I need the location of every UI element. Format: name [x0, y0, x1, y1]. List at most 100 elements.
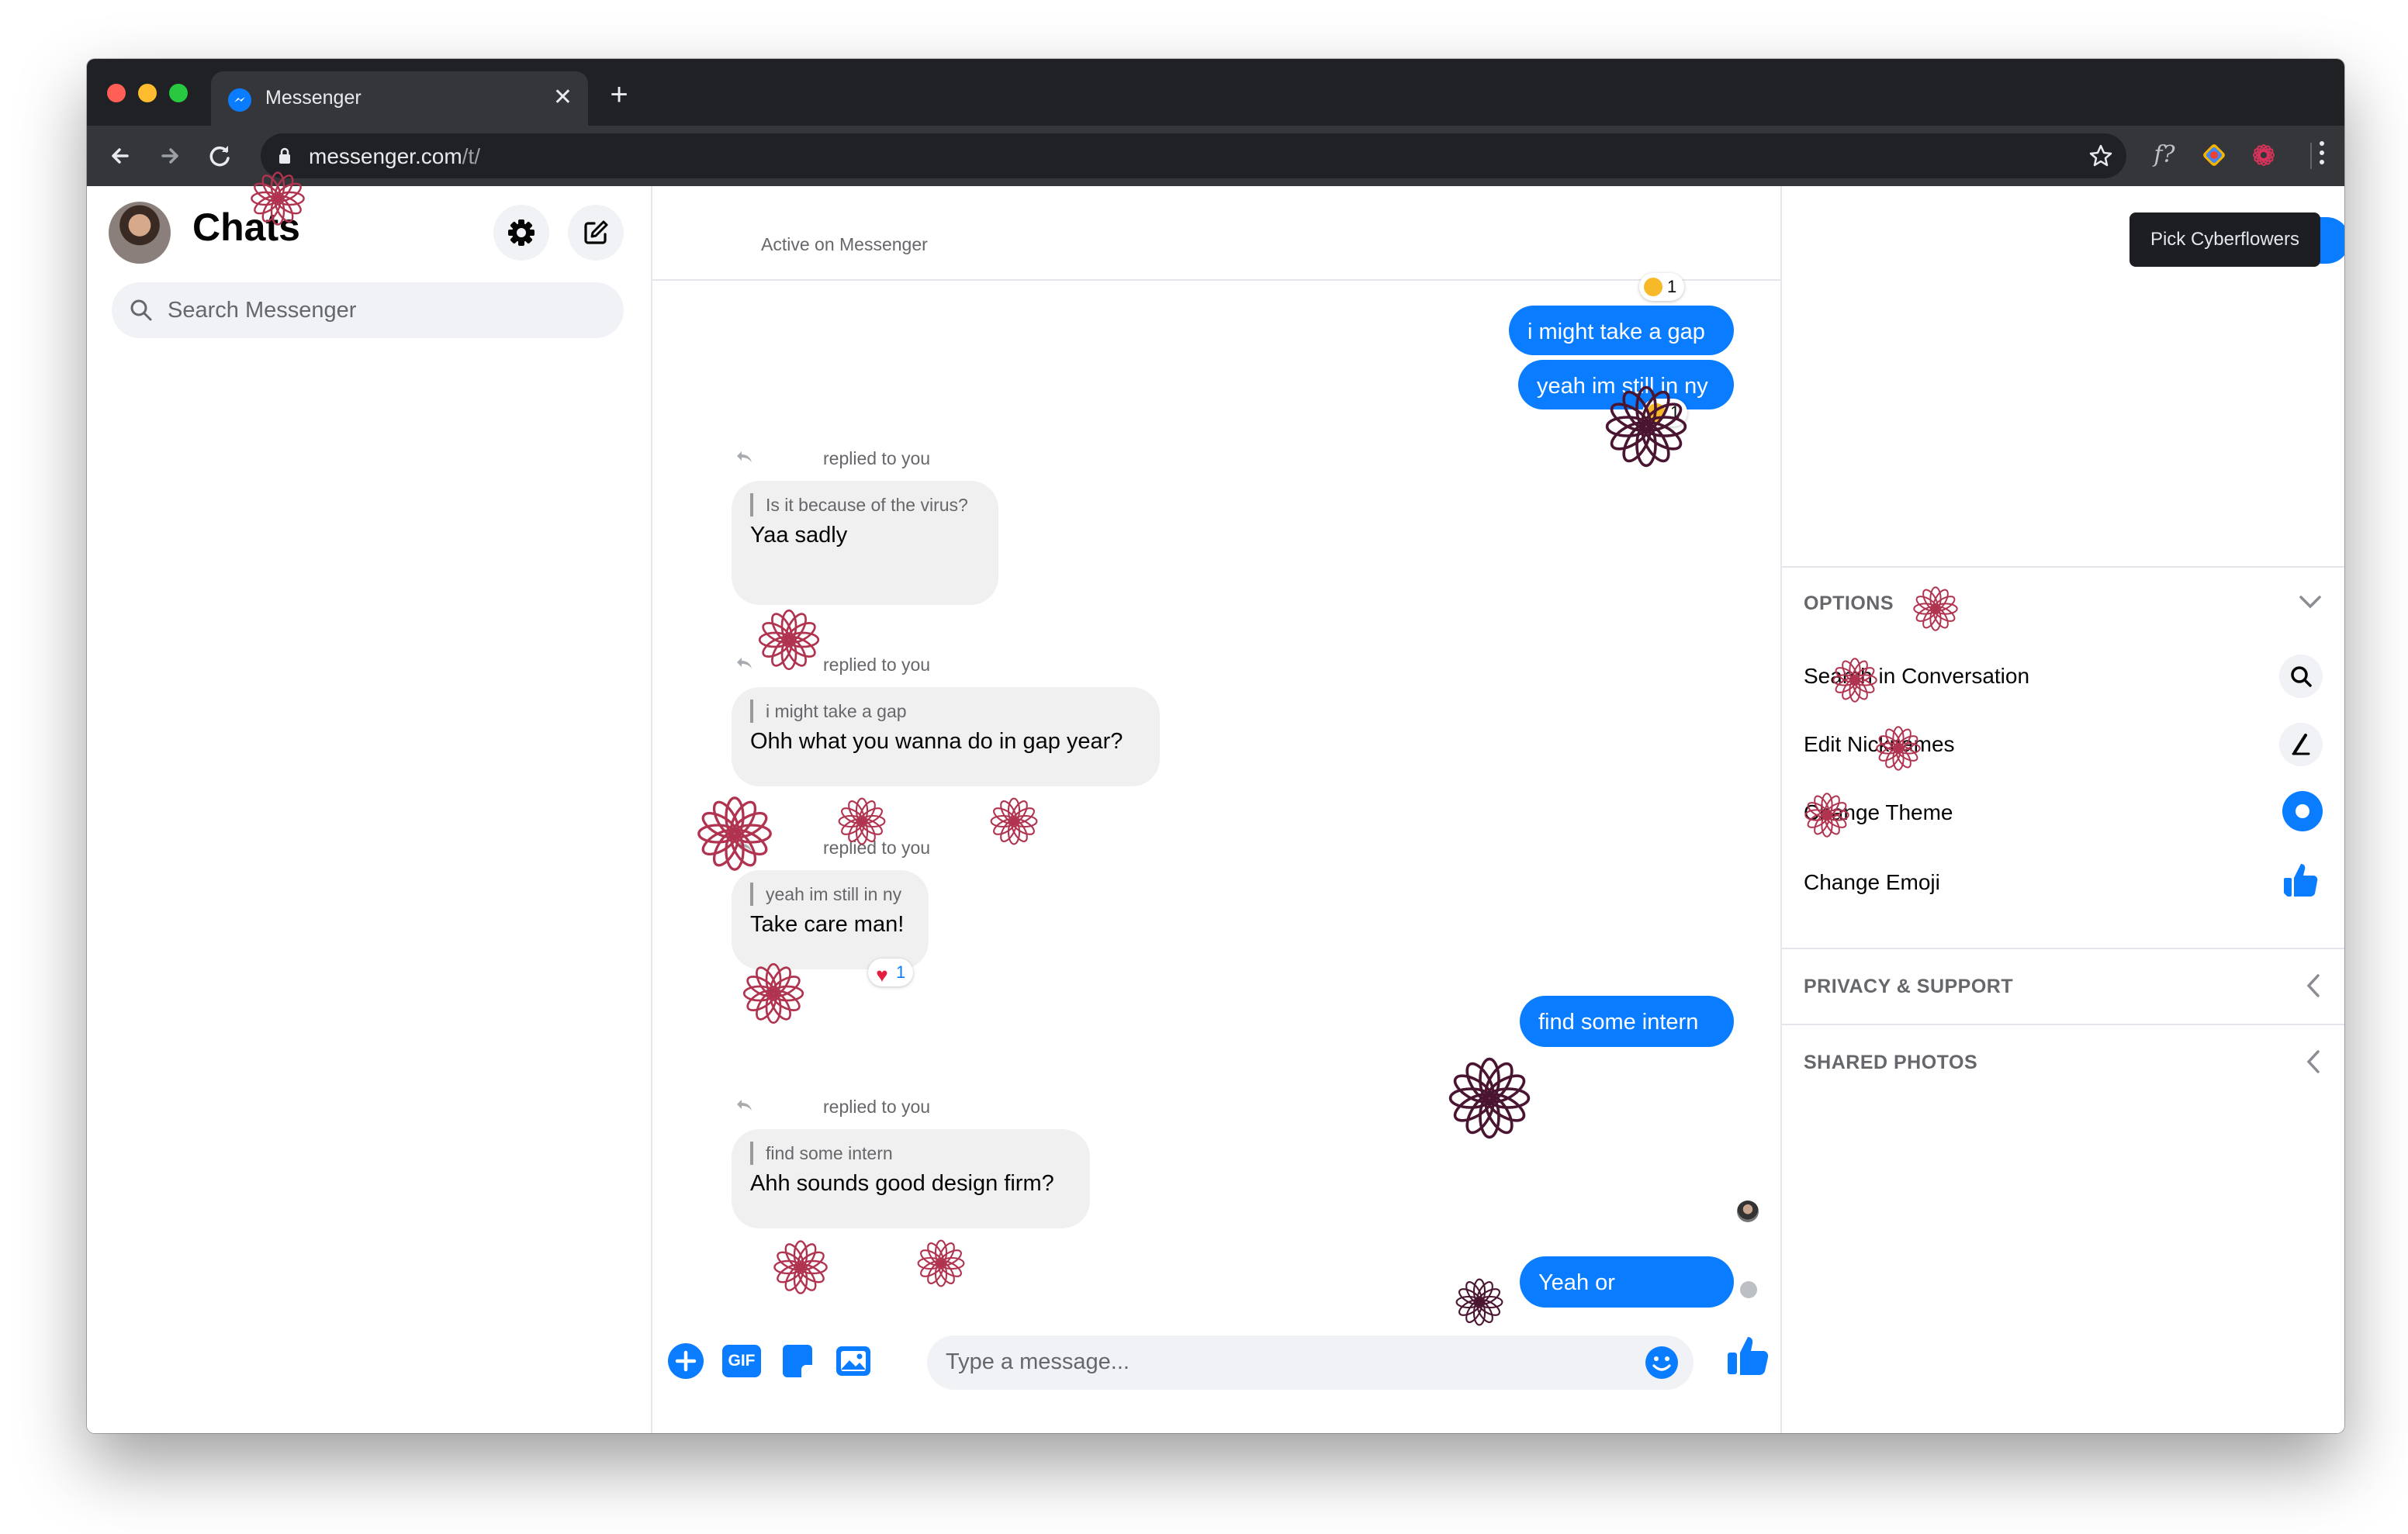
- gear-icon: [508, 219, 535, 246]
- message-reaction[interactable]: 1: [1639, 273, 1685, 301]
- browser-menu-button[interactable]: [2320, 141, 2327, 169]
- flower-icon: [2253, 144, 2275, 166]
- search-conversation-button[interactable]: [2279, 655, 2323, 698]
- shared-photos-section[interactable]: SHARED PHOTOS: [1782, 1024, 2344, 1100]
- user-avatar[interactable]: [109, 202, 171, 264]
- cyberflowers-extension-icon[interactable]: [2245, 136, 2282, 174]
- minimize-window-button[interactable]: [138, 84, 157, 102]
- sticker-icon[interactable]: [778, 1342, 817, 1380]
- url-text: messenger.com/t/: [309, 144, 480, 169]
- search-icon: [130, 299, 152, 321]
- address-toolbar: messenger.com/t/ f?: [87, 126, 2344, 186]
- arrow-left-icon: [112, 148, 129, 164]
- photo-icon[interactable]: [834, 1342, 873, 1380]
- message-reaction[interactable]: ♥ 1: [868, 959, 914, 986]
- pencil-icon: [2292, 734, 2310, 755]
- option-change-emoji[interactable]: Change Emoji: [1804, 870, 1940, 895]
- compose-icon: [584, 220, 608, 244]
- theme-color-button[interactable]: [2282, 791, 2323, 831]
- url-bar[interactable]: messenger.com/t/: [261, 133, 2126, 178]
- back-button[interactable]: [102, 138, 138, 174]
- search-placeholder: Search Messenger: [168, 298, 357, 323]
- tab-title: Messenger: [265, 87, 362, 109]
- message-text: Take care man!: [750, 912, 905, 937]
- browser-window: Messenger ✕ + messenger.com/t/ f? Chats …: [87, 59, 2344, 1433]
- message-bubble-outgoing[interactable]: yeah im still in ny: [1518, 360, 1734, 409]
- function-extension-icon[interactable]: f?: [2146, 136, 2183, 174]
- plus-circle-icon[interactable]: [666, 1342, 705, 1380]
- wow-emoji-icon: [1647, 403, 1666, 422]
- privacy-support-title: PRIVACY & SUPPORT: [1804, 976, 2014, 997]
- messenger-page: Chats Search Messenger Active on Messeng…: [87, 171, 2344, 1433]
- reply-icon: [737, 658, 752, 669]
- option-search-in-conversation[interactable]: Search in Conversation: [1804, 664, 2029, 689]
- message-bubble-incoming[interactable]: find some intern Ahh sounds good design …: [732, 1129, 1090, 1228]
- tab-bar: Messenger ✕ +: [87, 59, 2344, 126]
- heart-icon: ♥: [876, 963, 888, 986]
- settings-button[interactable]: [493, 205, 549, 261]
- url-path: /t/: [462, 144, 480, 168]
- message-bubble-outgoing[interactable]: Yeah or: [1520, 1256, 1734, 1308]
- conversation-pane: Active on Messenger 1 i might take a gap…: [651, 186, 1780, 1433]
- bookmark-star-icon[interactable]: [2088, 143, 2114, 169]
- message-bubble-outgoing[interactable]: find some intern: [1520, 996, 1734, 1047]
- replied-label: replied to you: [823, 838, 931, 858]
- zoom-window-button[interactable]: [169, 84, 188, 102]
- message-list: 1 i might take a gap yeah im still in ny…: [651, 273, 1780, 1308]
- reaction-count: 1: [1670, 403, 1680, 422]
- chevron-left-icon[interactable]: [2304, 1049, 2323, 1075]
- emoji-icon[interactable]: [1644, 1345, 1680, 1380]
- chevron-down-icon[interactable]: [2298, 593, 2323, 611]
- gif-button[interactable]: GIF: [722, 1342, 761, 1380]
- reload-button[interactable]: [202, 138, 237, 174]
- chevron-left-icon[interactable]: [2304, 973, 2323, 999]
- messenger-icon: [228, 88, 251, 112]
- color-extension-icon[interactable]: [2195, 136, 2233, 174]
- lock-icon: [279, 147, 290, 164]
- shared-photos-title: SHARED PHOTOS: [1804, 1052, 1978, 1073]
- reaction-count: 1: [1667, 277, 1677, 296]
- active-status: Active on Messenger: [761, 234, 928, 254]
- message-text: Yaa sadly: [750, 523, 848, 548]
- toolbar-divider: [2310, 143, 2312, 169]
- message-bubble-incoming[interactable]: yeah im still in ny Take care man!: [732, 870, 929, 969]
- chats-sidebar: Chats Search Messenger: [87, 186, 652, 1433]
- message-bubble-outgoing[interactable]: i might take a gap: [1509, 306, 1734, 355]
- tooltip: Pick Cyberflowers: [2129, 212, 2320, 267]
- edit-nicknames-button[interactable]: [2279, 723, 2323, 766]
- url-host: messenger.com: [309, 144, 462, 168]
- gif-icon: GIF: [722, 1345, 761, 1377]
- message-bubble-incoming[interactable]: i might take a gap Ohh what you wanna do…: [732, 687, 1160, 786]
- wow-emoji-icon: [1644, 278, 1662, 296]
- conversation-header: Active on Messenger: [651, 186, 1780, 281]
- sent-status-icon: [1740, 1281, 1757, 1298]
- replied-label: replied to you: [823, 655, 931, 675]
- search-input[interactable]: Search Messenger: [112, 282, 624, 338]
- reply-icon: [737, 1100, 752, 1111]
- options-title: OPTIONS: [1804, 593, 1894, 614]
- close-tab-icon[interactable]: ✕: [553, 84, 573, 112]
- privacy-support-section[interactable]: PRIVACY & SUPPORT: [1782, 948, 2344, 1024]
- close-window-button[interactable]: [107, 84, 126, 102]
- reload-icon: [209, 146, 230, 167]
- new-tab-button[interactable]: +: [604, 79, 635, 110]
- message-input-placeholder: Type a message...: [946, 1349, 1130, 1374]
- message-reaction[interactable]: 1: [1642, 399, 1688, 427]
- theme-dot-icon: [2296, 804, 2309, 818]
- message-bubble-incoming[interactable]: Is it because of the virus? Yaa sadly: [732, 481, 998, 605]
- message-composer: GIF Type a message...: [651, 1303, 1780, 1433]
- quoted-message: yeah im still in ny: [750, 883, 910, 906]
- option-edit-nicknames[interactable]: Edit Nicknames: [1804, 732, 1955, 757]
- forward-button[interactable]: [152, 138, 188, 174]
- reaction-count: 1: [896, 962, 906, 982]
- seen-avatar: [1737, 1201, 1759, 1222]
- thumbs-up-icon[interactable]: [2279, 858, 2323, 901]
- quoted-message: Is it because of the virus?: [750, 493, 980, 517]
- message-input[interactable]: Type a message...: [927, 1335, 1694, 1390]
- page-title: Chats: [192, 206, 300, 249]
- reply-icon: [737, 451, 752, 462]
- new-message-button[interactable]: [568, 205, 624, 261]
- option-change-theme[interactable]: Change Theme: [1804, 800, 1953, 825]
- browser-tab[interactable]: Messenger ✕: [211, 71, 588, 126]
- thumbs-up-icon[interactable]: [1725, 1332, 1771, 1379]
